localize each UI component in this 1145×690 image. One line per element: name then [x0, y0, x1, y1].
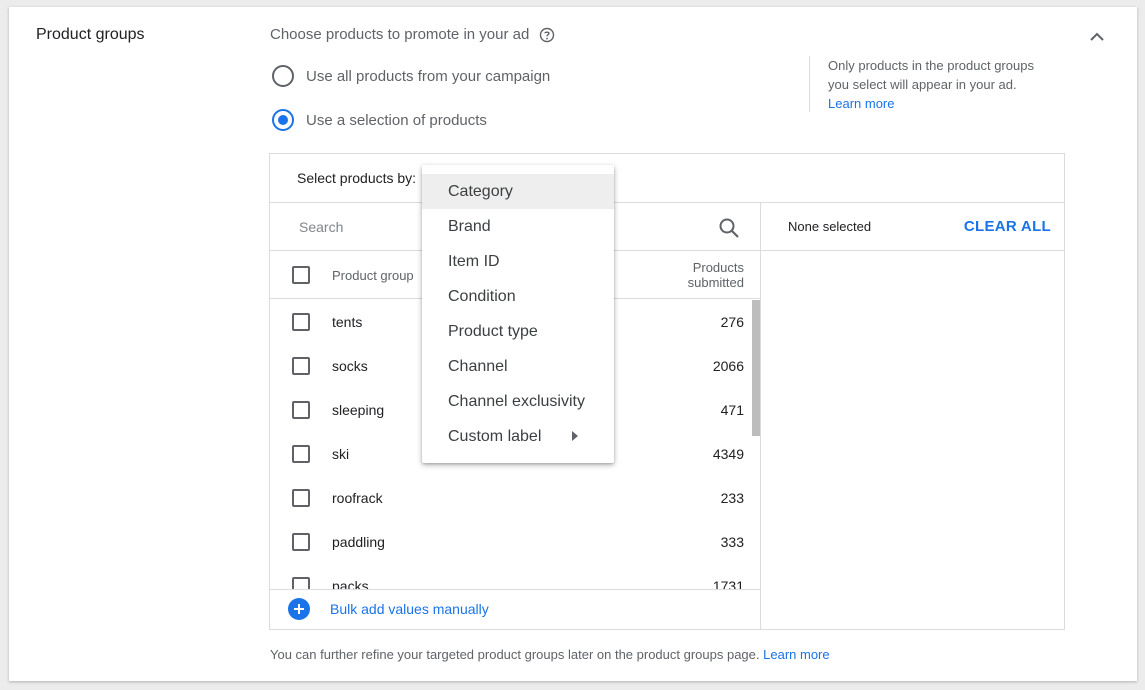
row-checkbox[interactable]	[292, 445, 310, 463]
list-scrollbar[interactable]	[752, 300, 760, 436]
row-count: 233	[720, 490, 744, 506]
option-all-products[interactable]: Use all products from your campaign	[272, 65, 550, 87]
row-name: packs	[332, 578, 369, 589]
row-name: socks	[332, 358, 368, 374]
table-row[interactable]: paddling 333	[270, 520, 760, 564]
menu-item-item-id[interactable]: Item ID	[422, 244, 614, 279]
option-selection-products-label: Use a selection of products	[306, 111, 487, 129]
row-checkbox[interactable]	[292, 313, 310, 331]
info-box: Only products in the product groups you …	[809, 56, 1059, 112]
plus-circle-icon[interactable]	[288, 598, 310, 620]
row-name: ski	[332, 446, 350, 462]
select-by-label: Select products by:	[297, 170, 417, 186]
column-header-count-line-1: Products	[692, 260, 744, 275]
row-name: paddling	[332, 534, 385, 550]
selector-toolbar: Select products by:	[270, 154, 1064, 203]
info-line-1: Only products in the product groups	[828, 58, 1034, 73]
section-title: Product groups	[36, 26, 145, 43]
row-checkbox[interactable]	[292, 401, 310, 419]
row-count: 1731	[712, 578, 744, 589]
option-selection-products[interactable]: Use a selection of products	[272, 109, 487, 131]
footer-note-text: You can further refine your targeted pro…	[270, 647, 760, 662]
footer-learn-more-link[interactable]: Learn more	[763, 647, 829, 662]
selection-heading-text: Choose products to promote in your ad	[270, 26, 530, 43]
row-count: 333	[720, 534, 744, 550]
row-checkbox[interactable]	[292, 533, 310, 551]
menu-item-product-type[interactable]: Product type	[422, 314, 614, 349]
row-count: 4349	[712, 446, 744, 462]
row-checkbox[interactable]	[292, 577, 310, 589]
row-count: 471	[720, 402, 744, 418]
menu-item-channel[interactable]: Channel	[422, 349, 614, 384]
product-selector: Select products by: Product group Produc…	[269, 153, 1065, 630]
selected-status: None selected	[788, 219, 872, 234]
menu-item-brand[interactable]: Brand	[422, 209, 614, 244]
select-all-checkbox[interactable]	[292, 266, 310, 284]
option-all-products-label: Use all products from your campaign	[306, 67, 551, 85]
column-header-count-line-2: submitted	[687, 275, 744, 290]
search-icon[interactable]	[718, 217, 740, 239]
footer-note: You can further refine your targeted pro…	[270, 647, 830, 662]
column-header-product-group: Product group	[332, 268, 414, 283]
info-learn-more-link[interactable]: Learn more	[828, 94, 1059, 113]
chevron-up-icon[interactable]	[1087, 27, 1107, 47]
row-name: sleeping	[332, 402, 385, 418]
row-name: roofrack	[332, 490, 383, 506]
selection-heading: Choose products to promote in your ad	[270, 26, 555, 43]
row-count: 276	[720, 314, 744, 330]
row-checkbox[interactable]	[292, 489, 310, 507]
radio-all-products[interactable]	[272, 65, 294, 87]
bulk-add-row[interactable]: Bulk add values manually	[270, 589, 760, 629]
radio-selection-products[interactable]	[272, 109, 294, 131]
row-count: 2066	[712, 358, 744, 374]
clear-all-button[interactable]: CLEAR ALL	[964, 218, 1051, 235]
table-row[interactable]: packs 1731	[270, 564, 760, 589]
table-row[interactable]: roofrack 233	[270, 476, 760, 520]
menu-item-custom-label-text: Custom label	[448, 428, 542, 445]
select-by-dropdown-menu: Category Brand Item ID Condition Product…	[422, 165, 614, 463]
bulk-add-link[interactable]: Bulk add values manually	[330, 601, 489, 617]
arrow-right-icon	[572, 431, 578, 441]
menu-item-channel-exclusivity[interactable]: Channel exclusivity	[422, 384, 614, 419]
row-name: tents	[332, 314, 363, 330]
menu-item-custom-label[interactable]: Custom label	[422, 419, 614, 454]
column-header-products-submitted: Products submitted	[664, 260, 744, 290]
selected-pane: None selected CLEAR ALL	[761, 203, 1064, 629]
menu-item-category[interactable]: Category	[422, 174, 614, 209]
selected-header: None selected CLEAR ALL	[761, 203, 1064, 251]
menu-item-condition[interactable]: Condition	[422, 279, 614, 314]
help-icon[interactable]	[539, 27, 555, 43]
info-line-2: you select will appear in your ad.	[828, 77, 1017, 92]
row-checkbox[interactable]	[292, 357, 310, 375]
